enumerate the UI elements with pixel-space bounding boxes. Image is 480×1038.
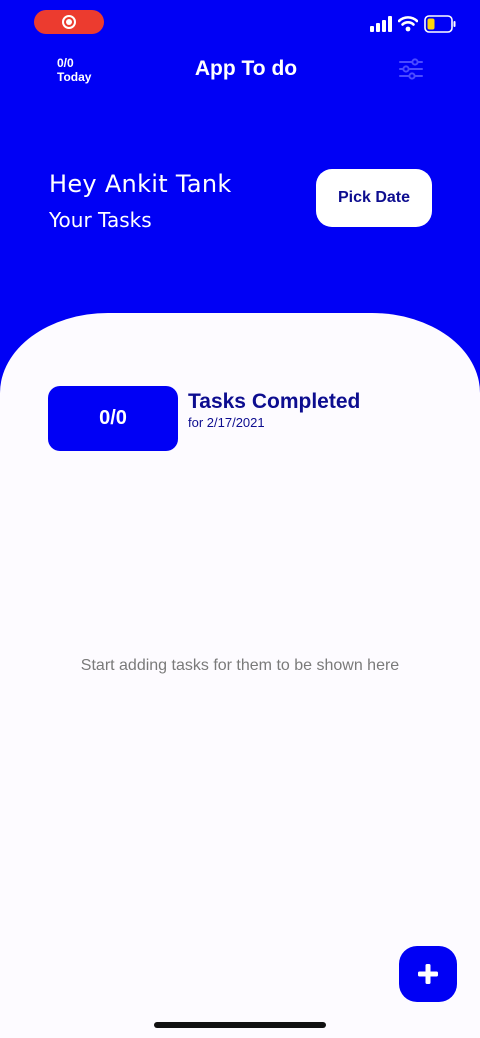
greeting-heading: Hey Ankit Tank	[49, 170, 232, 198]
sliders-icon[interactable]	[398, 57, 424, 81]
plus-icon	[418, 964, 438, 984]
home-indicator[interactable]	[154, 1022, 326, 1028]
wifi-icon	[398, 16, 418, 32]
add-task-button[interactable]	[399, 946, 457, 1002]
battery-icon	[424, 15, 456, 33]
completion-progress-badge: 0/0	[48, 386, 178, 451]
tasks-completed-title: Tasks Completed	[188, 390, 361, 413]
greeting-subtitle: Your Tasks	[49, 208, 152, 232]
screen-record-icon	[62, 15, 76, 29]
empty-state-message: Start adding tasks for them to be shown …	[80, 657, 400, 674]
screen-recording-indicator[interactable]	[34, 10, 104, 34]
cellular-signal-icon	[370, 16, 392, 32]
pick-date-button[interactable]: Pick Date	[316, 169, 432, 227]
tasks-completed-date: for 2/17/2021	[188, 415, 265, 430]
